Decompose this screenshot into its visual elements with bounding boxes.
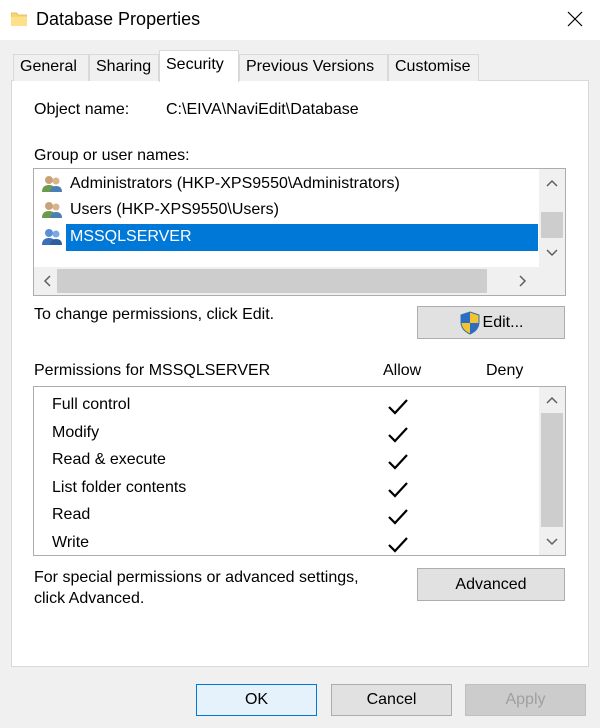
special-permissions-text: click Advanced. xyxy=(34,590,145,607)
allow-check-icon xyxy=(388,509,408,525)
tab-sharing[interactable]: Sharing xyxy=(89,54,159,81)
scroll-up-icon[interactable] xyxy=(543,391,560,408)
permission-name: Read & execute xyxy=(52,451,166,468)
scroll-thumb[interactable] xyxy=(541,212,563,238)
scroll-down-icon[interactable] xyxy=(543,533,560,550)
list-vertical-scrollbar[interactable] xyxy=(539,169,565,267)
folder-icon xyxy=(11,12,27,26)
list-item[interactable]: Users (HKP-XPS9550\Users) xyxy=(34,197,539,223)
group-name: MSSQLSERVER xyxy=(70,228,192,245)
tab-security[interactable]: Security xyxy=(159,50,239,82)
scroll-down-icon[interactable] xyxy=(543,244,560,261)
scroll-up-icon[interactable] xyxy=(543,174,560,191)
list-item[interactable]: Administrators (HKP-XPS9550\Administrato… xyxy=(34,171,539,197)
permission-name: Write xyxy=(52,534,90,551)
permissions-scrollbar[interactable] xyxy=(539,387,565,555)
permission-name: Read xyxy=(52,506,91,523)
group-label: Group or user names: xyxy=(34,147,190,164)
allow-check-icon xyxy=(388,427,408,443)
shield-icon xyxy=(460,310,480,335)
allow-check-icon xyxy=(388,454,408,470)
permission-name: Full control xyxy=(52,396,131,413)
allow-check-icon xyxy=(388,399,408,415)
edit-button-label: Edit... xyxy=(482,313,524,331)
tab-general[interactable]: General xyxy=(13,54,89,81)
close-button[interactable] xyxy=(552,0,598,38)
object-name-value: C:\EIVA\NaviEdit\Database xyxy=(166,101,359,118)
advanced-button[interactable]: Advanced xyxy=(417,568,565,601)
permission-name: Modify xyxy=(52,424,100,441)
tab-previous-versions[interactable]: Previous Versions xyxy=(239,54,388,81)
special-permissions-text: For special permissions or advanced sett… xyxy=(34,569,359,586)
deny-header: Deny xyxy=(486,362,524,379)
window-title: Database Properties xyxy=(36,9,201,29)
list-horizontal-scrollbar[interactable] xyxy=(34,267,539,295)
allow-check-icon xyxy=(388,537,408,553)
user-group-icon xyxy=(42,176,62,192)
edit-button[interactable]: Edit... xyxy=(417,306,565,339)
scroll-left-icon[interactable] xyxy=(38,272,55,289)
permissions-title: Permissions for MSSQLSERVER xyxy=(34,362,271,379)
user-group-icon xyxy=(42,229,62,245)
allow-header: Allow xyxy=(383,362,422,379)
close-icon xyxy=(567,11,583,27)
scroll-right-icon[interactable] xyxy=(514,272,531,289)
scroll-corner xyxy=(539,267,565,295)
scroll-thumb[interactable] xyxy=(541,413,563,527)
list-item-selected[interactable]: MSSQLSERVER xyxy=(34,224,539,250)
allow-check-icon xyxy=(388,482,408,498)
apply-button[interactable]: Apply xyxy=(465,684,586,716)
tab-customise[interactable]: Customise xyxy=(388,54,479,81)
scroll-thumb[interactable] xyxy=(57,269,487,293)
ok-button[interactable]: OK xyxy=(196,684,317,716)
group-name: Users (HKP-XPS9550\Users) xyxy=(70,201,279,218)
change-permissions-hint: To change permissions, click Edit. xyxy=(34,306,275,323)
cancel-button[interactable]: Cancel xyxy=(331,684,452,716)
group-name: Administrators (HKP-XPS9550\Administrato… xyxy=(70,175,400,192)
object-name-label: Object name: xyxy=(34,101,130,118)
permission-name: List folder contents xyxy=(52,479,187,496)
user-group-icon xyxy=(42,202,62,218)
